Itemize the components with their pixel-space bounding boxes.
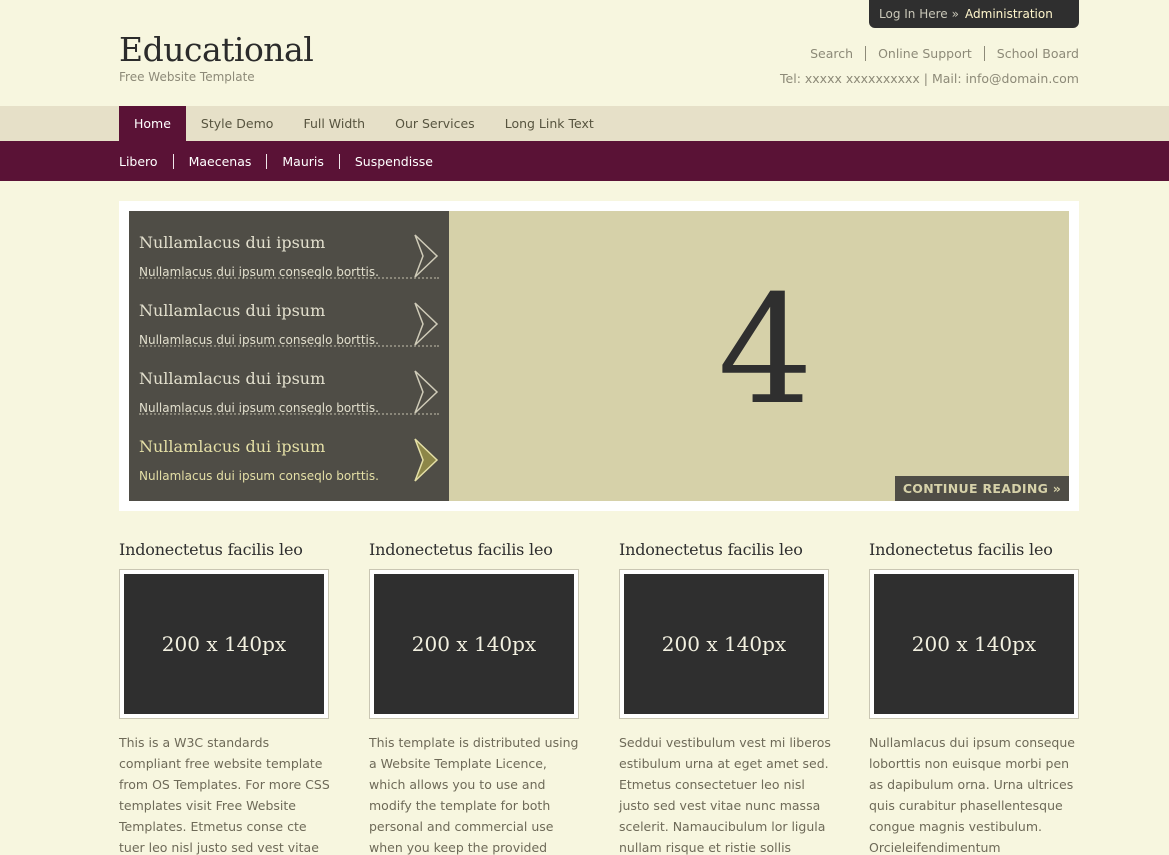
nav-item-style-demo[interactable]: Style Demo [186, 106, 289, 141]
login-separator: » [951, 7, 960, 21]
top-link-school-board[interactable]: School Board [983, 46, 1079, 61]
site-logo-title[interactable]: Educational [119, 30, 314, 69]
slider-item-title: Nullamlacus dui ipsum [139, 233, 326, 252]
chevron-right-icon [414, 370, 439, 414]
image-placeholder-text: 200 x 140px [374, 574, 574, 714]
top-link-search[interactable]: Search [798, 46, 865, 61]
slider-item-description: Nullamlacus dui ipsum conseqlo borttis. [139, 333, 379, 347]
slider-item-active[interactable]: Nullamlacus dui ipsum Nullamlacus dui ip… [139, 415, 439, 483]
featured-slider: Nullamlacus dui ipsum Nullamlacus dui ip… [119, 201, 1079, 511]
main-navigation: Home Style Demo Full Width Our Services … [0, 106, 1169, 141]
slider-item-title: Nullamlacus dui ipsum [139, 437, 326, 456]
slide-number: 4 [717, 264, 814, 438]
column-image[interactable]: 200 x 140px [619, 569, 829, 719]
continue-reading-button[interactable]: CONTINUE READING » [895, 476, 1069, 501]
content-column: Indonectetus facilis leo 200 x 140px Sed… [619, 540, 831, 855]
image-placeholder-text: 200 x 140px [124, 574, 324, 714]
slider-item[interactable]: Nullamlacus dui ipsum Nullamlacus dui ip… [139, 347, 439, 415]
contact-info: Tel: xxxxx xxxxxxxxxx | Mail: info@domai… [780, 71, 1079, 86]
slider-item-title: Nullamlacus dui ipsum [139, 301, 326, 320]
column-title[interactable]: Indonectetus facilis leo [869, 540, 1081, 559]
image-placeholder-text: 200 x 140px [624, 574, 824, 714]
column-image[interactable]: 200 x 140px [369, 569, 579, 719]
content-column: Indonectetus facilis leo 200 x 140px Thi… [369, 540, 581, 855]
column-title[interactable]: Indonectetus facilis leo [619, 540, 831, 559]
column-title[interactable]: Indonectetus facilis leo [369, 540, 581, 559]
column-title[interactable]: Indonectetus facilis leo [119, 540, 331, 559]
content-column: Indonectetus facilis leo 200 x 140px Nul… [869, 540, 1081, 855]
slider-main-panel: 4 CONTINUE READING » [449, 211, 1069, 501]
top-links: Search Online Support School Board [798, 46, 1079, 61]
slider-item[interactable]: Nullamlacus dui ipsum Nullamlacus dui ip… [139, 211, 439, 279]
column-text: Nullamlacus dui ipsum conseque loborttis… [869, 735, 1075, 855]
slider-item-description: Nullamlacus dui ipsum conseqlo borttis. [139, 265, 379, 279]
column-text: This is a W3C standards compliant free w… [119, 735, 330, 855]
chevron-right-icon [414, 302, 439, 346]
content-column: Indonectetus facilis leo 200 x 140px Thi… [119, 540, 331, 855]
column-image[interactable]: 200 x 140px [869, 569, 1079, 719]
chevron-right-icon [414, 438, 439, 482]
nav-item-long-link-text[interactable]: Long Link Text [490, 106, 609, 141]
subnav-item-suspendisse[interactable]: Suspendisse [338, 154, 448, 169]
nav-item-our-services[interactable]: Our Services [380, 106, 490, 141]
slider-item[interactable]: Nullamlacus dui ipsum Nullamlacus dui ip… [139, 279, 439, 347]
image-placeholder-text: 200 x 140px [874, 574, 1074, 714]
subnav-item-mauris[interactable]: Mauris [266, 154, 339, 169]
chevron-right-icon [414, 234, 439, 278]
slider-item-list: Nullamlacus dui ipsum Nullamlacus dui ip… [129, 211, 449, 501]
login-link[interactable]: Log In Here [879, 7, 948, 21]
column-text: Seddui vestibulum vest mi liberos estibu… [619, 735, 831, 855]
administration-link[interactable]: Administration [965, 7, 1053, 21]
column-text: This template is distributed using a Web… [369, 735, 579, 855]
slider-item-title: Nullamlacus dui ipsum [139, 369, 326, 388]
nav-item-home[interactable]: Home [119, 106, 186, 141]
site-tagline: Free Website Template [119, 70, 255, 84]
top-link-online-support[interactable]: Online Support [865, 46, 984, 61]
column-image[interactable]: 200 x 140px [119, 569, 329, 719]
slider-item-description: Nullamlacus dui ipsum conseqlo borttis. [139, 401, 379, 415]
slider-item-description: Nullamlacus dui ipsum conseqlo borttis. [139, 469, 379, 483]
login-tab: Log In Here » Administration [869, 0, 1079, 28]
subnav-item-libero[interactable]: Libero [119, 154, 173, 169]
subnav-item-maecenas[interactable]: Maecenas [172, 154, 267, 169]
nav-item-full-width[interactable]: Full Width [288, 106, 380, 141]
sub-navigation: Libero Maecenas Mauris Suspendisse [0, 141, 1169, 181]
